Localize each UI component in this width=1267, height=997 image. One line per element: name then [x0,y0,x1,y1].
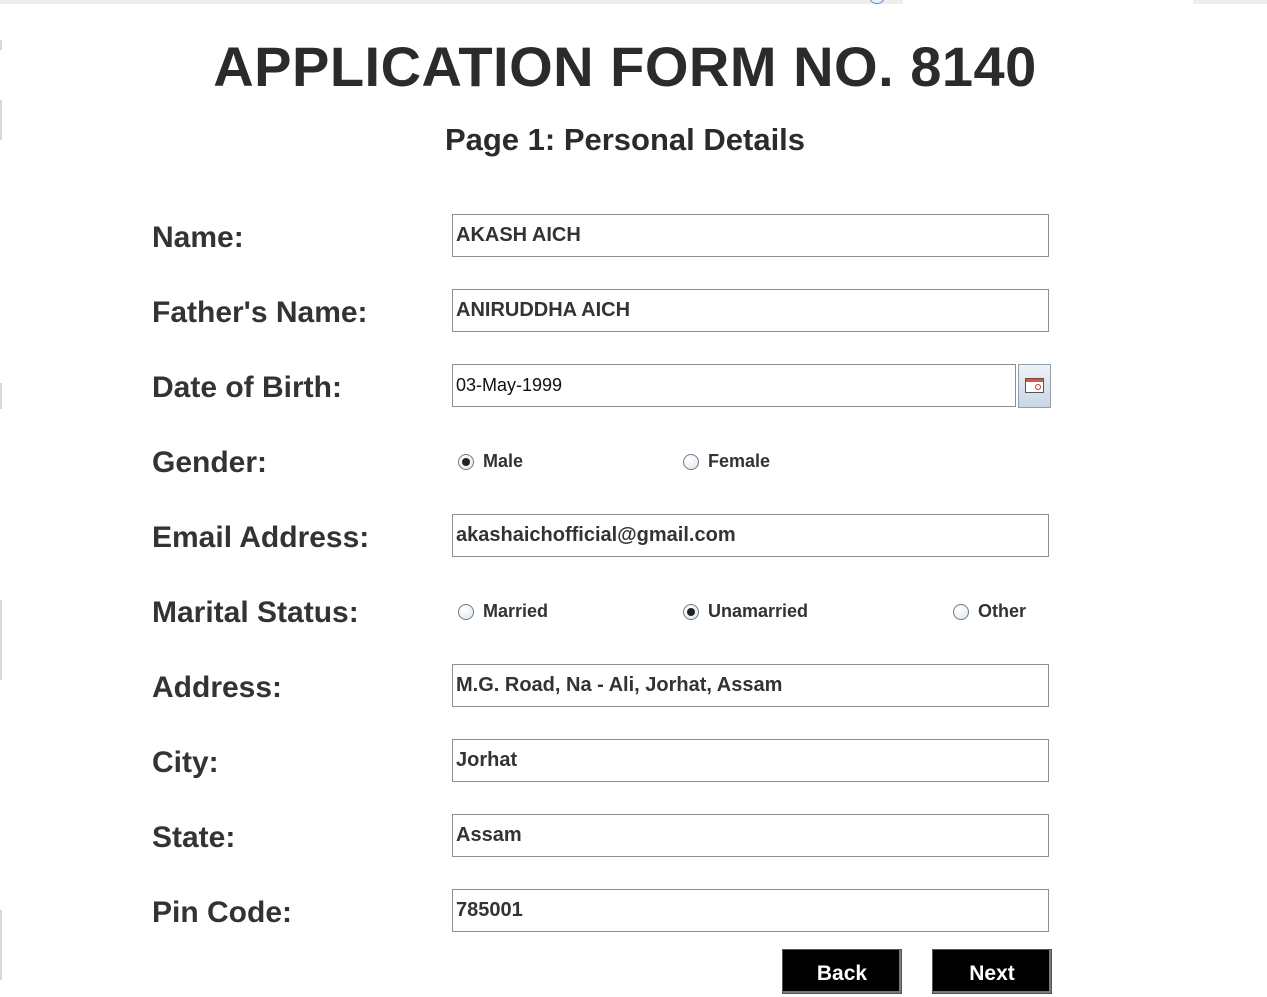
name-label: Name: [152,221,244,254]
marital-status-label: Marital Status: [152,596,359,629]
gender-female-radio[interactable]: Female [683,451,770,472]
page-subtitle: Page 1: Personal Details [444,122,806,157]
address-label: Address: [152,671,283,704]
marital-married-label: Married [483,601,549,621]
email-field[interactable] [452,514,1049,557]
city-field[interactable] [452,739,1049,782]
address-field[interactable] [452,664,1049,707]
radio-selected-icon [458,453,474,470]
gender-male-radio[interactable]: Male [458,451,523,472]
gender-male-label: Male [483,451,524,471]
dob-field[interactable] [452,364,1016,407]
marital-unmarried-radio[interactable]: Unamarried [683,601,808,622]
left-edge-mark [0,383,2,409]
back-button[interactable]: Back [782,949,902,994]
email-label: Email Address: [152,521,370,554]
calendar-button[interactable] [1018,364,1051,408]
radio-unselected-icon [953,603,969,620]
form-title: APPLICATION FORM NO. 8140 [213,35,1037,98]
marital-unmarried-label: Unamarried [708,601,809,621]
name-field[interactable] [452,214,1049,257]
radio-unselected-icon [683,453,699,470]
marital-other-radio[interactable]: Other [953,601,1026,622]
gender-female-label: Female [708,451,771,471]
father-name-field[interactable] [452,289,1049,332]
father-name-label: Father's Name: [152,296,368,329]
pin-code-label: Pin Code: [152,896,292,929]
state-field[interactable] [452,814,1049,857]
dob-label: Date of Birth: [152,371,342,404]
marital-married-radio[interactable]: Married [458,601,548,622]
state-label: State: [152,821,236,854]
radio-unselected-icon [458,603,474,620]
radio-selected-icon [683,603,699,620]
pin-code-field[interactable] [452,889,1049,932]
next-button[interactable]: Next [932,949,1052,994]
gender-label: Gender: [152,446,268,479]
calendar-icon [1025,378,1044,393]
city-label: City: [152,746,219,779]
marital-other-label: Other [978,601,1027,621]
left-edge-mark [0,600,2,680]
top-strip-gap [903,0,1193,4]
left-edge-mark [0,910,2,980]
top-window-strip [0,0,1267,4]
